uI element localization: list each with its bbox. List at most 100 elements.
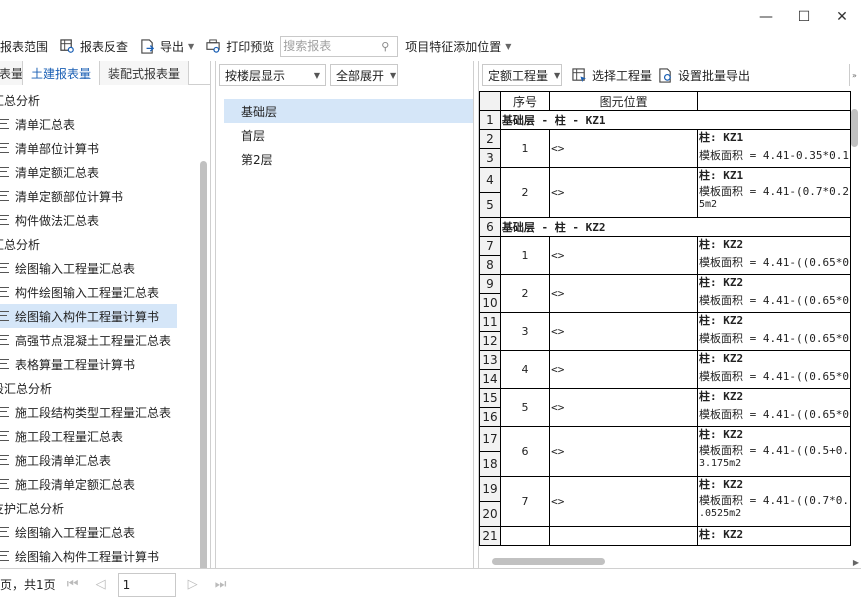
maximize-button[interactable]: ☐ — [785, 0, 823, 34]
row-number[interactable]: 20 — [479, 501, 501, 527]
row-number[interactable]: 9 — [479, 274, 501, 294]
table-row: 19 7 <> 柱: KZ2 模板面积 = 4.41-((0.7*0. .0525m2 — [479, 476, 851, 527]
formula-line: 柱: KZ1 — [699, 169, 744, 182]
tree-group[interactable]: 汇总分析 — [0, 232, 198, 256]
tree-item-label: 表格算量工程量计算书 — [15, 357, 136, 372]
row-number[interactable]: 2 — [479, 129, 501, 149]
formula-header[interactable] — [697, 91, 851, 111]
tree-item-label: 高强节点混凝土工程量汇总表 — [15, 333, 172, 348]
tree-item[interactable]: 清单汇总表 — [0, 112, 198, 136]
formula-line: 柱: KZ2 — [699, 276, 744, 289]
table-row: 11 3 <> 柱: KZ2 模板面积 = 4.41-((0.65*0 — [479, 312, 851, 351]
row-number[interactable]: 12 — [479, 331, 501, 351]
position-cell: <> — [549, 274, 698, 313]
tree-item[interactable]: 清单定额部位计算书 — [0, 184, 198, 208]
report-list-icon — [0, 119, 9, 129]
formula-cell: 柱: KZ2 模板面积 = 4.41-((0.65*0 — [697, 388, 851, 427]
row-number[interactable]: 3 — [479, 148, 501, 168]
report-scope-button[interactable]: 报表范围 — [0, 35, 52, 57]
row-number[interactable]: 5 — [479, 192, 501, 218]
row-number[interactable]: 6 — [479, 217, 501, 237]
quota-quantity-value: 定额工程量 — [488, 68, 549, 83]
formula-line: 5m2 — [699, 199, 718, 210]
row-number[interactable]: 16 — [479, 407, 501, 427]
tree-item[interactable]: 施工段清单定额汇总表 — [0, 472, 198, 496]
report-check-button[interactable]: 报表反查 — [56, 35, 132, 57]
floor-list: 基础层 首层 第2层 — [224, 99, 473, 171]
floor-toolbar: 按楼层显示 ▼ 全部展开 ▼ — [216, 61, 473, 89]
report-search-input[interactable] — [281, 39, 378, 53]
tree-item[interactable]: 绘图输入构件工程量计算书 — [0, 544, 198, 568]
tree-item[interactable]: 构件绘图输入工程量汇总表 — [0, 280, 198, 304]
tab-quantity-report[interactable]: 表量 — [0, 61, 23, 85]
batch-export-button[interactable]: 设置批量导出 — [658, 67, 750, 84]
seq-header[interactable]: 序号 — [499, 91, 551, 111]
tree-item[interactable]: 构件做法汇总表 — [0, 208, 198, 232]
formula-line: 模板面积 = 4.41-((0.65*0 — [699, 332, 849, 345]
first-page-icon[interactable]: ⏮ — [62, 574, 84, 596]
tab-civil-report[interactable]: 土建报表量 — [23, 61, 100, 85]
select-quantity-button[interactable]: 选择工程量 — [572, 67, 652, 84]
tree-scrollbar[interactable] — [200, 161, 207, 568]
floor-item[interactable]: 基础层 — [224, 99, 473, 123]
minimize-button[interactable]: — — [747, 0, 785, 34]
floor-item[interactable]: 第2层 — [224, 147, 473, 171]
next-page-icon[interactable]: ▷ — [182, 574, 204, 596]
tab-prefab-report[interactable]: 装配式报表量 — [100, 61, 189, 85]
floor-item[interactable]: 首层 — [224, 123, 473, 147]
row-number[interactable]: 18 — [479, 451, 501, 477]
row-number[interactable]: 14 — [479, 369, 501, 389]
close-button[interactable]: ✕ — [823, 0, 861, 34]
tree-item-label: 施工段工程量汇总表 — [15, 429, 124, 444]
row-number[interactable]: 4 — [479, 167, 501, 193]
floor-display-select[interactable]: 按楼层显示 ▼ — [219, 64, 326, 86]
row-number[interactable]: 10 — [479, 293, 501, 313]
tree-group[interactable]: 汇总分析 — [0, 88, 198, 112]
scroll-right-icon[interactable]: ▶ — [853, 558, 859, 567]
row-number[interactable]: 15 — [479, 388, 501, 408]
tree-item[interactable]: 施工段工程量汇总表 — [0, 424, 198, 448]
tree-item[interactable]: 绘图输入工程量汇总表 — [0, 520, 198, 544]
search-icon[interactable]: ⚲ — [377, 40, 393, 53]
report-grid: 序号 图元位置 1 基础层 - 柱 - KZ1 2 1 <> 柱: KZ1 模板面积 = 4… — [479, 91, 851, 557]
row-number[interactable]: 7 — [479, 236, 501, 256]
tree-item[interactable]: 清单定额汇总表 — [0, 160, 198, 184]
print-preview-button[interactable]: 打印预览 — [202, 35, 278, 57]
row-number[interactable]: 21 — [479, 526, 501, 546]
report-check-label: 报表反查 — [80, 39, 129, 54]
tree-item[interactable]: 施工段结构类型工程量汇总表 — [0, 400, 198, 424]
tree-item-label: 施工段清单定额汇总表 — [15, 477, 136, 492]
tree-item[interactable]: 绘图输入工程量汇总表 — [0, 256, 198, 280]
grid-vertical-scrollbar[interactable] — [851, 109, 858, 147]
expand-all-select[interactable]: 全部展开 ▼ — [330, 64, 398, 86]
row-number[interactable]: 19 — [479, 476, 501, 502]
row-number[interactable]: 8 — [479, 255, 501, 275]
tree-group[interactable]: 支护汇总分析 — [0, 496, 198, 520]
toolbar-overflow-icon[interactable]: » — [849, 64, 859, 86]
quota-quantity-select[interactable]: 定额工程量 ▼ — [482, 64, 562, 86]
tree-item[interactable]: 施工段清单汇总表 — [0, 448, 198, 472]
tree-item[interactable]: 表格算量工程量计算书 — [0, 352, 198, 376]
row-number[interactable]: 11 — [479, 312, 501, 332]
tree-item[interactable]: 绘图输入构件工程量计算书 — [0, 304, 177, 328]
table-row: 1 基础层 - 柱 - KZ1 — [479, 110, 851, 130]
position-cell: <> — [549, 388, 698, 427]
position-cell: <> — [549, 236, 698, 275]
row-number-header — [479, 91, 501, 111]
row-number[interactable]: 1 — [479, 110, 501, 130]
grid-horizontal-scrollbar[interactable] — [492, 558, 605, 565]
row-number[interactable]: 13 — [479, 350, 501, 370]
chevron-down-icon: ▼ — [505, 41, 512, 51]
page-number-input[interactable]: 1 — [117, 572, 176, 597]
export-button[interactable]: 导出 ▼ — [136, 35, 198, 57]
position-header[interactable]: 图元位置 — [549, 91, 698, 111]
last-page-icon[interactable]: ⏭ — [210, 574, 232, 596]
prev-page-icon[interactable]: ◁ — [90, 574, 112, 596]
formula-cell: 柱: KZ2 模板面积 = 4.41-((0.65*0 — [697, 236, 851, 275]
tree-item[interactable]: 清单部位计算书 — [0, 136, 198, 160]
row-number[interactable]: 17 — [479, 426, 501, 452]
item-feature-position-dropdown[interactable]: 项目特征添加位置 ▼ — [401, 35, 515, 57]
tree-item-label: 构件绘图输入工程量汇总表 — [15, 285, 160, 300]
tree-group[interactable]: 段汇总分析 — [0, 376, 198, 400]
tree-item[interactable]: 高强节点混凝土工程量汇总表 — [0, 328, 198, 352]
